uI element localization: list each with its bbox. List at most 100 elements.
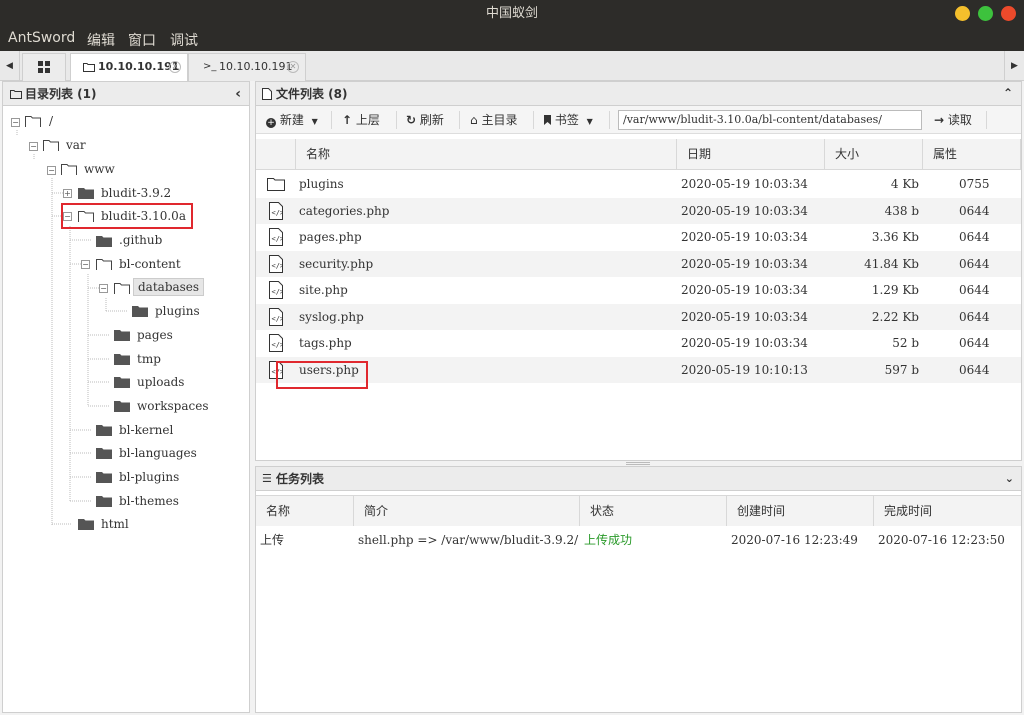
collapse-panel-icon[interactable]: ‹ xyxy=(235,82,241,106)
arrow-up-icon: ↑ xyxy=(342,113,353,127)
path-input[interactable]: /var/www/bludit-3.10.0a/bl-content/datab… xyxy=(618,110,922,130)
tab-scroll-left-button[interactable]: ◀ xyxy=(0,51,20,81)
collapse-toggle[interactable]: − xyxy=(47,166,56,175)
file-table-header: 名称 日期 大小 属性 xyxy=(256,139,1021,170)
php-file-icon: </> xyxy=(269,281,283,299)
maximize-button[interactable] xyxy=(978,6,993,21)
bookmark-button[interactable]: 书签 ▼ xyxy=(544,112,593,128)
antsword-window: 中国蚁剑 AntSword 编辑 窗口 调试 ◀ 10.10.10.191 ✕ … xyxy=(0,0,1024,715)
menu-debug[interactable]: 调试 xyxy=(170,30,198,50)
collapse-toggle[interactable]: − xyxy=(81,260,90,269)
tree-node-databases[interactable]: databases xyxy=(133,278,205,296)
tree-node-html[interactable]: html xyxy=(101,514,129,534)
file-size: 41.84 Kb xyxy=(864,256,919,271)
close-button[interactable] xyxy=(1001,6,1016,21)
chevron-down-icon[interactable]: ⌄ xyxy=(1005,467,1014,491)
tree-node-root[interactable]: / xyxy=(49,111,53,131)
tree-node-var[interactable]: var xyxy=(66,135,86,155)
file-name: tags.php xyxy=(299,336,352,350)
task-row[interactable]: 上传 shell.php => /var/www/bludit-3.9.2/ 上… xyxy=(256,527,1021,553)
task-header-name[interactable]: 名称 xyxy=(256,496,354,526)
file-perms: 0644 xyxy=(959,336,990,350)
tab-terminal[interactable]: >_ 10.10.10.191 ✕ xyxy=(188,53,306,81)
file-name: pages.php xyxy=(299,230,362,244)
tree-node-www[interactable]: www xyxy=(84,159,115,179)
tree-node-github[interactable]: .github xyxy=(119,230,162,250)
menu-window[interactable]: 窗口 xyxy=(128,30,156,50)
highlight-box xyxy=(61,203,193,229)
tab-file-manager[interactable]: 10.10.10.191 ✕ xyxy=(70,53,188,81)
tree-node-bl-content[interactable]: bl-content xyxy=(119,254,181,274)
file-date: 2020-05-19 10:03:34 xyxy=(681,309,808,324)
tree-node-bl-languages[interactable]: bl-languages xyxy=(119,443,197,463)
file-row[interactable]: </> security.php 2020-05-19 10:03:34 41.84 … xyxy=(256,250,1021,277)
highlight-box xyxy=(276,361,368,389)
file-size: 4 Kb xyxy=(890,177,919,191)
file-size: 3.36 Kb xyxy=(871,230,919,244)
file-row[interactable]: </> users.php 2020-05-19 10:10:13 597 b 0644 xyxy=(256,356,1021,383)
header-icon-column xyxy=(256,139,296,169)
svg-text:</>: </> xyxy=(272,262,284,270)
new-button[interactable]: + 新建 ▼ xyxy=(266,112,318,128)
home-grid-tab[interactable] xyxy=(22,53,66,81)
file-size: 2.22 Kb xyxy=(871,309,919,324)
refresh-button[interactable]: ↻ 刷新 xyxy=(406,112,444,128)
header-perms[interactable]: 属性 xyxy=(923,139,1021,169)
chevron-up-icon[interactable]: ⌃ xyxy=(1003,81,1013,105)
tree-node-pages[interactable]: pages xyxy=(137,325,173,345)
header-size[interactable]: 大小 xyxy=(825,139,923,169)
header-name[interactable]: 名称 xyxy=(296,139,677,169)
file-row[interactable]: plugins 2020-05-19 10:03:34 4 Kb 0755 xyxy=(256,171,1021,197)
task-header-created[interactable]: 创建时间 xyxy=(727,496,874,526)
folder-icon xyxy=(114,401,130,412)
file-perms: 0644 xyxy=(959,230,990,244)
php-file-icon: </> xyxy=(269,254,284,273)
directory-panel-title: 目录列表 (1) xyxy=(25,87,97,101)
file-panel-header: 文件列表 (8) ⌃ xyxy=(256,82,1021,106)
minimize-button[interactable] xyxy=(955,6,970,21)
file-date: 2020-05-19 10:03:34 xyxy=(681,230,808,244)
folder-icon xyxy=(114,330,130,341)
file-panel-title: 文件列表 (8) xyxy=(276,87,348,101)
expand-toggle[interactable]: + xyxy=(63,189,72,198)
header-date[interactable]: 日期 xyxy=(677,139,825,169)
tree-node-bl-plugins[interactable]: bl-plugins xyxy=(119,467,179,487)
file-row[interactable]: </> pages.php 2020-05-19 10:03:34 3.36 Kb 06… xyxy=(256,224,1021,250)
file-row[interactable]: </> tags.php 2020-05-19 10:03:34 52 b 0644 xyxy=(256,330,1021,356)
file-row[interactable]: </> syslog.php 2020-05-19 10:03:34 2.22 Kb 0… xyxy=(256,303,1021,330)
horizontal-splitter-grip[interactable] xyxy=(626,462,650,465)
menu-edit[interactable]: 编辑 xyxy=(87,30,115,50)
folder-open-icon xyxy=(96,259,112,270)
tab-close-icon[interactable]: ✕ xyxy=(287,61,299,73)
svg-text:</>: </> xyxy=(272,341,284,349)
task-header-desc[interactable]: 简介 xyxy=(354,496,580,526)
collapse-toggle[interactable]: − xyxy=(11,118,20,127)
tree-node-uploads[interactable]: uploads xyxy=(137,372,184,392)
task-header-status[interactable]: 状态 xyxy=(580,496,727,526)
read-button[interactable]: → 读取 xyxy=(934,112,972,128)
file-row[interactable]: </> categories.php 2020-05-19 10:03:34 438 … xyxy=(256,197,1021,224)
tree-node-bludit-3-9-2[interactable]: bludit-3.9.2 xyxy=(101,183,171,203)
tab-scroll-right-button[interactable]: ▶ xyxy=(1004,51,1024,81)
collapse-toggle[interactable]: − xyxy=(99,284,108,293)
up-level-button[interactable]: ↑ 上层 xyxy=(342,112,380,128)
file-perms: 0644 xyxy=(959,283,990,297)
tree-node-workspaces[interactable]: workspaces xyxy=(137,396,208,416)
file-name: site.php xyxy=(299,283,348,297)
file-row[interactable]: </> site.php 2020-05-19 10:03:34 1.29 Kb 064… xyxy=(256,277,1021,303)
task-header-finished[interactable]: 完成时间 xyxy=(874,496,1021,526)
tree-node-bl-themes[interactable]: bl-themes xyxy=(119,491,179,511)
home-dir-button[interactable]: ⌂ 主目录 xyxy=(470,112,517,128)
collapse-toggle[interactable]: − xyxy=(29,142,38,151)
task-desc: shell.php => /var/www/bludit-3.9.2/ xyxy=(358,533,579,547)
folder-icon xyxy=(78,188,94,199)
php-file-icon: </> xyxy=(269,307,283,326)
tree-node-bl-kernel[interactable]: bl-kernel xyxy=(119,420,173,440)
tab-close-icon[interactable]: ✕ xyxy=(169,61,181,73)
file-perms: 0644 xyxy=(959,309,990,324)
tree-node-plugins[interactable]: plugins xyxy=(155,301,200,321)
tree-node-tmp[interactable]: tmp xyxy=(137,349,161,369)
menu-antsword[interactable]: AntSword xyxy=(8,30,75,46)
title-bar: 中国蚁剑 xyxy=(0,0,1024,27)
file-name: categories.php xyxy=(299,203,390,218)
